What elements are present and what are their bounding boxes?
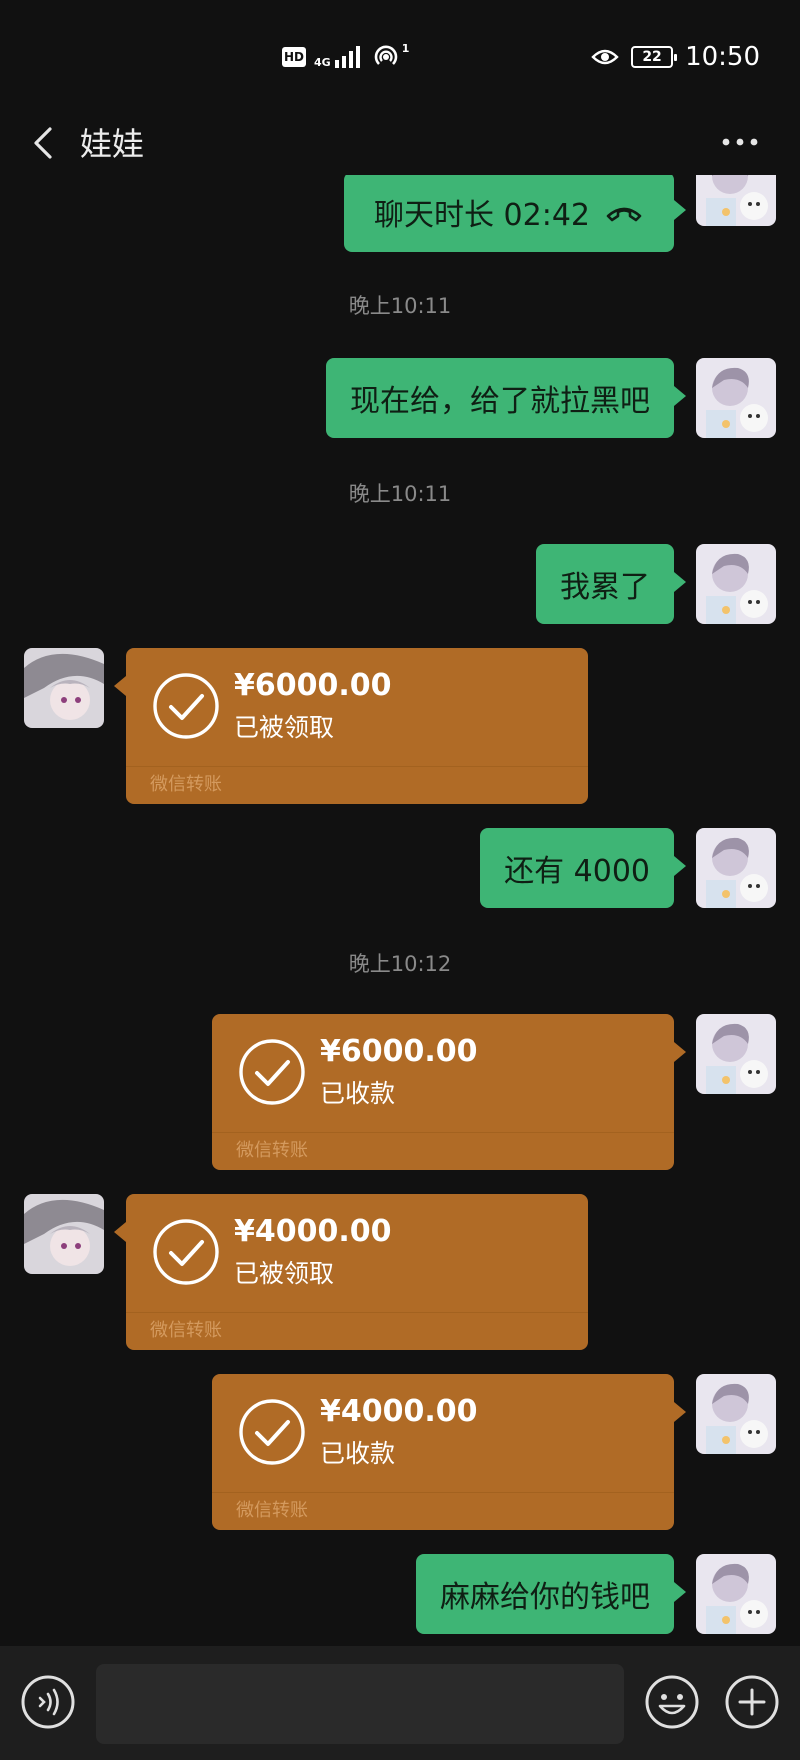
timestamp: 晚上10:11 — [348, 294, 452, 318]
chat-title: 娃娃 — [80, 125, 145, 163]
network-type-label: 4G — [314, 56, 331, 69]
cellular-signal-icon: 4G — [314, 46, 363, 68]
call-duration-text: 聊天时长 02:42 — [374, 198, 590, 233]
transfer-status: 已被领取 — [234, 713, 335, 742]
plus-icon[interactable] — [724, 1674, 780, 1730]
transfer-divider — [126, 766, 588, 767]
phone-hangup-icon — [606, 207, 642, 222]
status-bar-signals: HD 4G 1 — [282, 42, 410, 70]
transfer-card[interactable]: ¥4000.00 已被领取 微信转账 — [114, 1194, 588, 1350]
more-options-icon[interactable] — [720, 127, 760, 157]
battery-level: 22 — [642, 49, 662, 65]
message-list[interactable]: 聊天时长 02:42 晚上10:11 现在给，给了就拉黑吧 晚上10:11 我累… — [0, 0, 800, 1640]
eye-comfort-icon — [591, 49, 619, 65]
transfer-divider — [212, 1492, 674, 1493]
message-bubble[interactable]: 麻麻给你的钱吧 — [416, 1554, 686, 1634]
contact-avatar[interactable] — [24, 648, 104, 728]
transfer-divider — [126, 1312, 588, 1313]
transfer-footer: 微信转账 — [150, 1320, 222, 1341]
transfer-divider — [212, 1132, 674, 1133]
message-bubble[interactable]: 还有 4000 — [480, 828, 686, 908]
timestamp: 晚上10:12 — [348, 952, 452, 976]
hotspot-count: 1 — [401, 42, 410, 55]
check-circle-icon — [239, 1399, 305, 1465]
transfer-footer: 微信转账 — [236, 1140, 308, 1161]
transfer-status: 已被领取 — [234, 1259, 335, 1288]
my-avatar[interactable] — [696, 828, 776, 908]
input-bar — [0, 1646, 800, 1760]
chat-header: 娃娃 — [0, 105, 800, 175]
battery-icon: 22 — [631, 46, 678, 68]
emoji-icon[interactable] — [644, 1674, 700, 1730]
my-avatar[interactable] — [696, 358, 776, 438]
transfer-footer: 微信转账 — [236, 1500, 308, 1521]
transfer-amount: ¥6000.00 — [234, 668, 392, 703]
transfer-amount: ¥4000.00 — [320, 1394, 478, 1429]
check-circle-icon — [153, 1219, 219, 1285]
status-bar: HD 4G 1 22 10:50 — [0, 0, 800, 115]
status-bar-right: 22 10:50 — [591, 42, 760, 72]
my-avatar[interactable] — [696, 1374, 776, 1454]
transfer-amount: ¥6000.00 — [320, 1034, 478, 1069]
transfer-footer: 微信转账 — [150, 774, 222, 795]
my-avatar[interactable] — [696, 1014, 776, 1094]
transfer-card[interactable]: ¥6000.00 已被领取 微信转账 — [114, 648, 588, 804]
transfer-amount: ¥4000.00 — [234, 1214, 392, 1249]
my-avatar[interactable] — [696, 544, 776, 624]
call-record-bubble[interactable]: 聊天时长 02:42 — [344, 172, 686, 252]
transfer-card[interactable]: ¥6000.00 已收款 微信转账 — [212, 1014, 686, 1170]
transfer-status: 已收款 — [320, 1439, 396, 1468]
hotspot-icon: 1 — [371, 42, 410, 70]
check-circle-icon — [153, 673, 219, 739]
message-bubble[interactable]: 现在给，给了就拉黑吧 — [326, 358, 686, 438]
contact-avatar[interactable] — [24, 1194, 104, 1274]
check-circle-icon — [239, 1039, 305, 1105]
transfer-card[interactable]: ¥4000.00 已收款 微信转账 — [212, 1374, 686, 1530]
hd-badge: HD — [282, 47, 306, 67]
message-input[interactable] — [96, 1664, 624, 1744]
back-arrow-icon[interactable] — [24, 123, 64, 163]
message-bubble[interactable]: 我累了 — [536, 544, 686, 624]
my-avatar[interactable] — [696, 1554, 776, 1634]
timestamp: 晚上10:11 — [348, 482, 452, 506]
clock: 10:50 — [685, 42, 760, 72]
transfer-status: 已收款 — [320, 1079, 396, 1108]
voice-input-icon[interactable] — [20, 1674, 76, 1730]
